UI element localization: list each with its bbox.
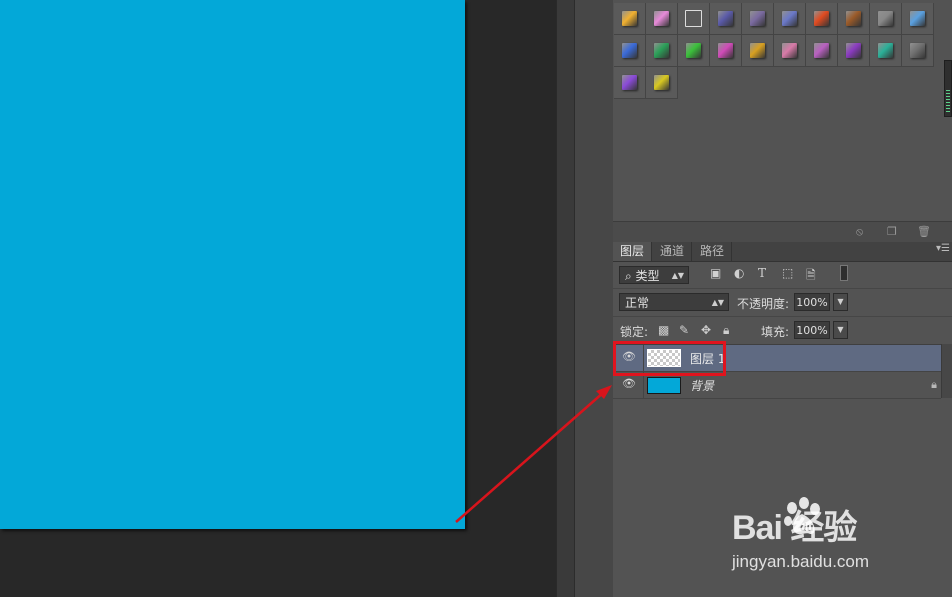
collapsed-panel-strip [574,0,614,597]
style-swatch [622,75,637,90]
baidu-jingyan-watermark: du Bai 经验 jingyan.baidu.com [732,497,932,580]
layer-name[interactable]: 背景 [690,377,714,394]
style-preset[interactable] [774,35,806,67]
lock-image-pixels-icon[interactable]: ✎ [679,323,689,337]
layer-row-background[interactable]: 👁︎ 背景 🔒︎ [613,372,941,399]
style-swatch [718,11,733,26]
panel-menu-icon[interactable]: ▾☰ [936,243,950,254]
layers-scrollbar[interactable] [941,344,952,398]
lock-all-icon[interactable]: 🔒︎ [723,323,729,338]
style-swatch [846,43,861,58]
chevron-updown-icon: ▲▼ [671,271,684,280]
style-preset[interactable] [678,35,710,67]
layers-panel-tabs: 图层 通道 路径 ▾☰ [613,242,952,262]
style-preset[interactable] [902,35,934,67]
style-preset[interactable] [870,3,902,35]
filter-shape-icon[interactable]: ⬚ [782,266,793,280]
style-preset[interactable] [646,67,678,99]
style-preset[interactable] [742,35,774,67]
style-preset[interactable] [646,35,678,67]
lock-label: 锁定: [620,325,649,339]
style-preset[interactable] [742,3,774,35]
tab-layers[interactable]: 图层 [613,242,653,261]
style-preset[interactable] [710,3,742,35]
styles-grid [614,3,934,99]
canvas-scroll-gutter [556,0,575,597]
lock-position-icon[interactable]: ✥ [701,323,711,337]
style-swatch [814,11,829,26]
style-swatch [622,43,637,58]
style-swatch [910,11,925,26]
style-swatch [878,43,893,58]
style-swatch [910,43,925,58]
lock-icon: 🔒︎ [931,378,937,391]
style-preset[interactable] [838,35,870,67]
style-preset[interactable] [806,35,838,67]
style-swatch [750,11,765,26]
filter-smartobject-icon[interactable]: 🗎 [806,266,816,287]
opacity-label: 不透明度: [737,297,790,311]
style-preset[interactable] [774,3,806,35]
style-preset[interactable] [678,3,710,35]
layer-thumbnail [647,377,681,394]
opacity-input[interactable]: 100% [794,293,830,311]
watermark-url: jingyan.baidu.com [732,552,870,571]
style-swatch [718,43,733,58]
style-swatch [814,43,829,58]
style-swatch [878,11,893,26]
document-canvas[interactable] [0,0,465,529]
style-preset[interactable] [614,35,646,67]
filter-kind-select[interactable]: ⌕ 类型 ▲▼ [619,266,689,284]
filter-toggle-switch[interactable] [840,265,848,281]
filter-type-icon[interactable]: T [758,266,766,280]
fill-dropdown-button[interactable]: ▼ [833,321,848,339]
blend-opacity-row: 正常 ▲▼ 不透明度: 100% ▼ [613,288,952,317]
tab-paths[interactable]: 路径 [693,242,733,261]
filter-adjustment-icon[interactable]: ◐ [734,266,744,280]
style-swatch [846,11,861,26]
new-style-icon[interactable]: ❐ [887,225,897,238]
style-swatch [654,75,669,90]
search-icon: ⌕ [625,269,636,283]
style-preset[interactable] [870,35,902,67]
style-swatch [750,43,765,58]
watermark-logo: Bai 经验 [732,509,857,547]
style-swatch [686,43,701,58]
style-swatch [622,11,637,26]
filter-pixel-icon[interactable]: ▣ [710,266,721,280]
style-preset[interactable] [806,3,838,35]
style-preset[interactable] [902,3,934,35]
fill-label: 填充: [761,325,790,339]
style-swatch [654,43,669,58]
style-swatch [782,11,797,26]
document-canvas-area[interactable] [0,0,556,597]
annotation-highlight-box [613,341,726,376]
tab-channels[interactable]: 通道 [653,242,693,261]
eye-icon: 👁︎ [622,377,636,390]
styles-footer: ⦸ ❐ 🗑 [613,221,952,242]
styles-scrollbar[interactable] [944,60,952,117]
style-preset[interactable] [646,3,678,35]
clear-style-icon[interactable]: ⦸ [856,225,863,239]
style-preset[interactable] [614,67,646,99]
lock-transparent-pixels-icon[interactable]: ▩ [658,323,669,337]
delete-style-icon[interactable]: 🗑 [917,225,931,238]
opacity-dropdown-button[interactable]: ▼ [833,293,848,311]
chevron-updown-icon: ▲▼ [711,298,724,307]
style-swatch [654,11,669,26]
style-preset[interactable] [838,3,870,35]
style-preset[interactable] [710,35,742,67]
fill-input[interactable]: 100% [794,321,830,339]
style-swatch [782,43,797,58]
style-preset[interactable] [614,3,646,35]
blend-mode-select[interactable]: 正常 ▲▼ [619,293,729,311]
style-swatch [685,10,702,27]
